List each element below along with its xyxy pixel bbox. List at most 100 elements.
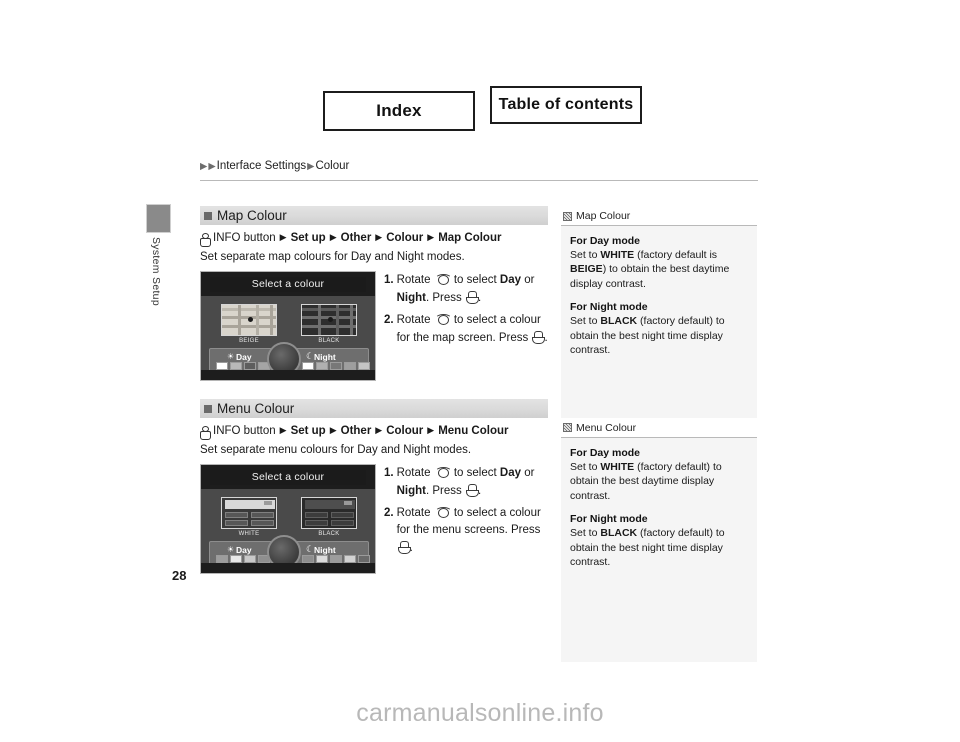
menu-path-step: Other [340,425,372,437]
side-note-body: For Day mode Set to WHITE (factory defau… [561,437,757,580]
side-note-title: Map Colour [576,210,631,222]
moon-icon: ☾ [306,544,315,554]
instruction-step: 1. Rotate to select Day or Night. Press … [384,272,548,306]
side-note-header: Menu Colour [561,417,757,437]
breadcrumb-item-colour[interactable]: Colour [315,160,349,172]
colour-swatch[interactable] [216,362,228,370]
colour-swatch[interactable] [344,362,356,370]
step-text-pre: Rotate [396,507,434,520]
night-colour-swatches[interactable] [302,362,370,370]
map-thumbnail-light-icon [222,305,276,335]
note-emphasis: WHITE [600,249,635,261]
path-arrow-icon: ▶ [279,424,287,435]
colour-swatch[interactable] [316,362,328,370]
map-preview-caption-right: BLACK [318,338,340,344]
colour-swatch[interactable] [302,555,314,563]
menu-path-step: Menu Colour [438,425,509,437]
step-text-pre: Rotate [396,314,434,327]
path-arrow-icon: ▶ [427,424,435,435]
map-preview-beige[interactable] [221,304,277,336]
menu-thumbnail-white-icon [222,498,276,528]
colour-swatch[interactable] [358,555,370,563]
info-button-icon [200,233,211,247]
instruction-step: 2. Rotate to select a colour for the map… [384,312,548,346]
menu-thumbnail-black-icon [302,498,356,528]
colour-swatch[interactable] [302,362,314,370]
enter-button-icon [532,331,546,345]
menu-path-step: Colour [386,425,424,437]
colour-swatch[interactable] [244,362,256,370]
table-of-contents-button-label: Table of contents [498,96,634,113]
table-of-contents-button[interactable]: Table of contents [490,86,642,124]
nav-screenshot-menu-colour: Select a colour WHITE BLACK ☀ Day ☾ Nigh… [200,464,376,574]
colour-swatch[interactable] [358,362,370,370]
colour-swatch[interactable] [330,362,342,370]
step-text-tail: . Press [425,291,465,304]
info-button-icon [200,426,211,440]
menu-thumb-cell [225,520,248,526]
map-preview-black[interactable] [301,304,357,336]
night-mode-label: Night [314,352,336,362]
step-text-pre: Rotate [396,467,434,479]
side-note-menu-colour: Menu Colour For Day mode Set to WHITE (f… [561,417,757,662]
menu-thumb-cell [251,520,274,526]
menu-path-source: INFO button [213,232,276,244]
chapter-label: System Setup [150,237,162,306]
menu-path-step: Colour [386,232,424,244]
step-option-day: Day [499,274,521,286]
note-text-part: Set to [570,249,601,261]
menu-thumb-badge [344,501,352,505]
colour-swatch[interactable] [344,555,356,563]
top-nav-buttons: Index Table of contents [323,86,642,131]
note-marker-icon [563,211,572,221]
menu-path-step: Set up [290,425,326,437]
step-number: 1. [384,274,394,286]
watermark: carmanualsonline.info [356,699,604,727]
menu-thumb-cell [305,520,328,526]
side-note-header: Map Colour [561,206,757,225]
note-emphasis: WHITE [600,460,635,473]
note-emphasis: BLACK [600,315,638,328]
side-note-body: For Day mode Set to WHITE (factory defau… [561,226,757,368]
instruction-step: 2. Rotate to select a colour for the men… [384,505,548,556]
step-text-mid: to select [450,274,500,286]
colour-swatch[interactable] [230,362,242,370]
enter-button-icon [465,290,479,304]
step-text-pre: Rotate [396,274,434,286]
breadcrumb-item-interface-settings[interactable]: Interface Settings [217,160,307,172]
side-note-text: Set to BLACK (factory default) to obtain… [570,314,748,357]
colour-swatch[interactable] [316,555,328,563]
night-colour-swatches[interactable] [302,555,370,563]
step-text: Rotate to select Day or Night. Press . [397,272,548,306]
colour-swatch[interactable] [216,555,228,563]
step-text: Rotate to select a colour for the map sc… [397,312,548,346]
note-marker-icon [563,423,572,433]
index-button[interactable]: Index [323,91,475,131]
menu-thumb-cell [331,512,354,518]
rotary-dial-icon [434,274,452,285]
index-button-label: Index [376,101,422,120]
menu-preview-white[interactable] [221,497,277,529]
step-number: 1. [384,467,394,479]
menu-path-step: Other [340,232,372,244]
menu-path-source: INFO button [213,425,276,437]
colour-swatch[interactable] [330,555,342,563]
menu-preview-black[interactable] [301,497,357,529]
screenshot-title: Select a colour [210,277,366,292]
square-bullet-icon [204,211,212,220]
colour-swatch[interactable] [230,555,242,563]
note-text-part: (factory default is [634,249,718,261]
path-arrow-icon: ▶ [329,424,337,435]
side-notes-panel: Map Colour For Day mode Set to WHITE (fa… [561,206,757,662]
side-note-subtitle: For Day mode [570,235,641,247]
colour-swatch[interactable] [244,555,256,563]
sun-icon: ☀ [227,545,235,554]
path-arrow-icon: ▶ [427,231,435,242]
section-title: Map Colour [217,208,287,223]
side-note-text: Set to WHITE (factory default is BEIGE) … [570,248,748,291]
nav-screenshot-map-colour: Select a colour BEIGE BLACK ☀ Day ☾ Nigh… [200,271,376,381]
side-note-spacer [561,579,757,662]
rotary-dial-icon [434,467,452,478]
path-arrow-icon: ▶ [329,231,337,242]
breadcrumb-arrow-icon: ▶ [200,160,208,172]
